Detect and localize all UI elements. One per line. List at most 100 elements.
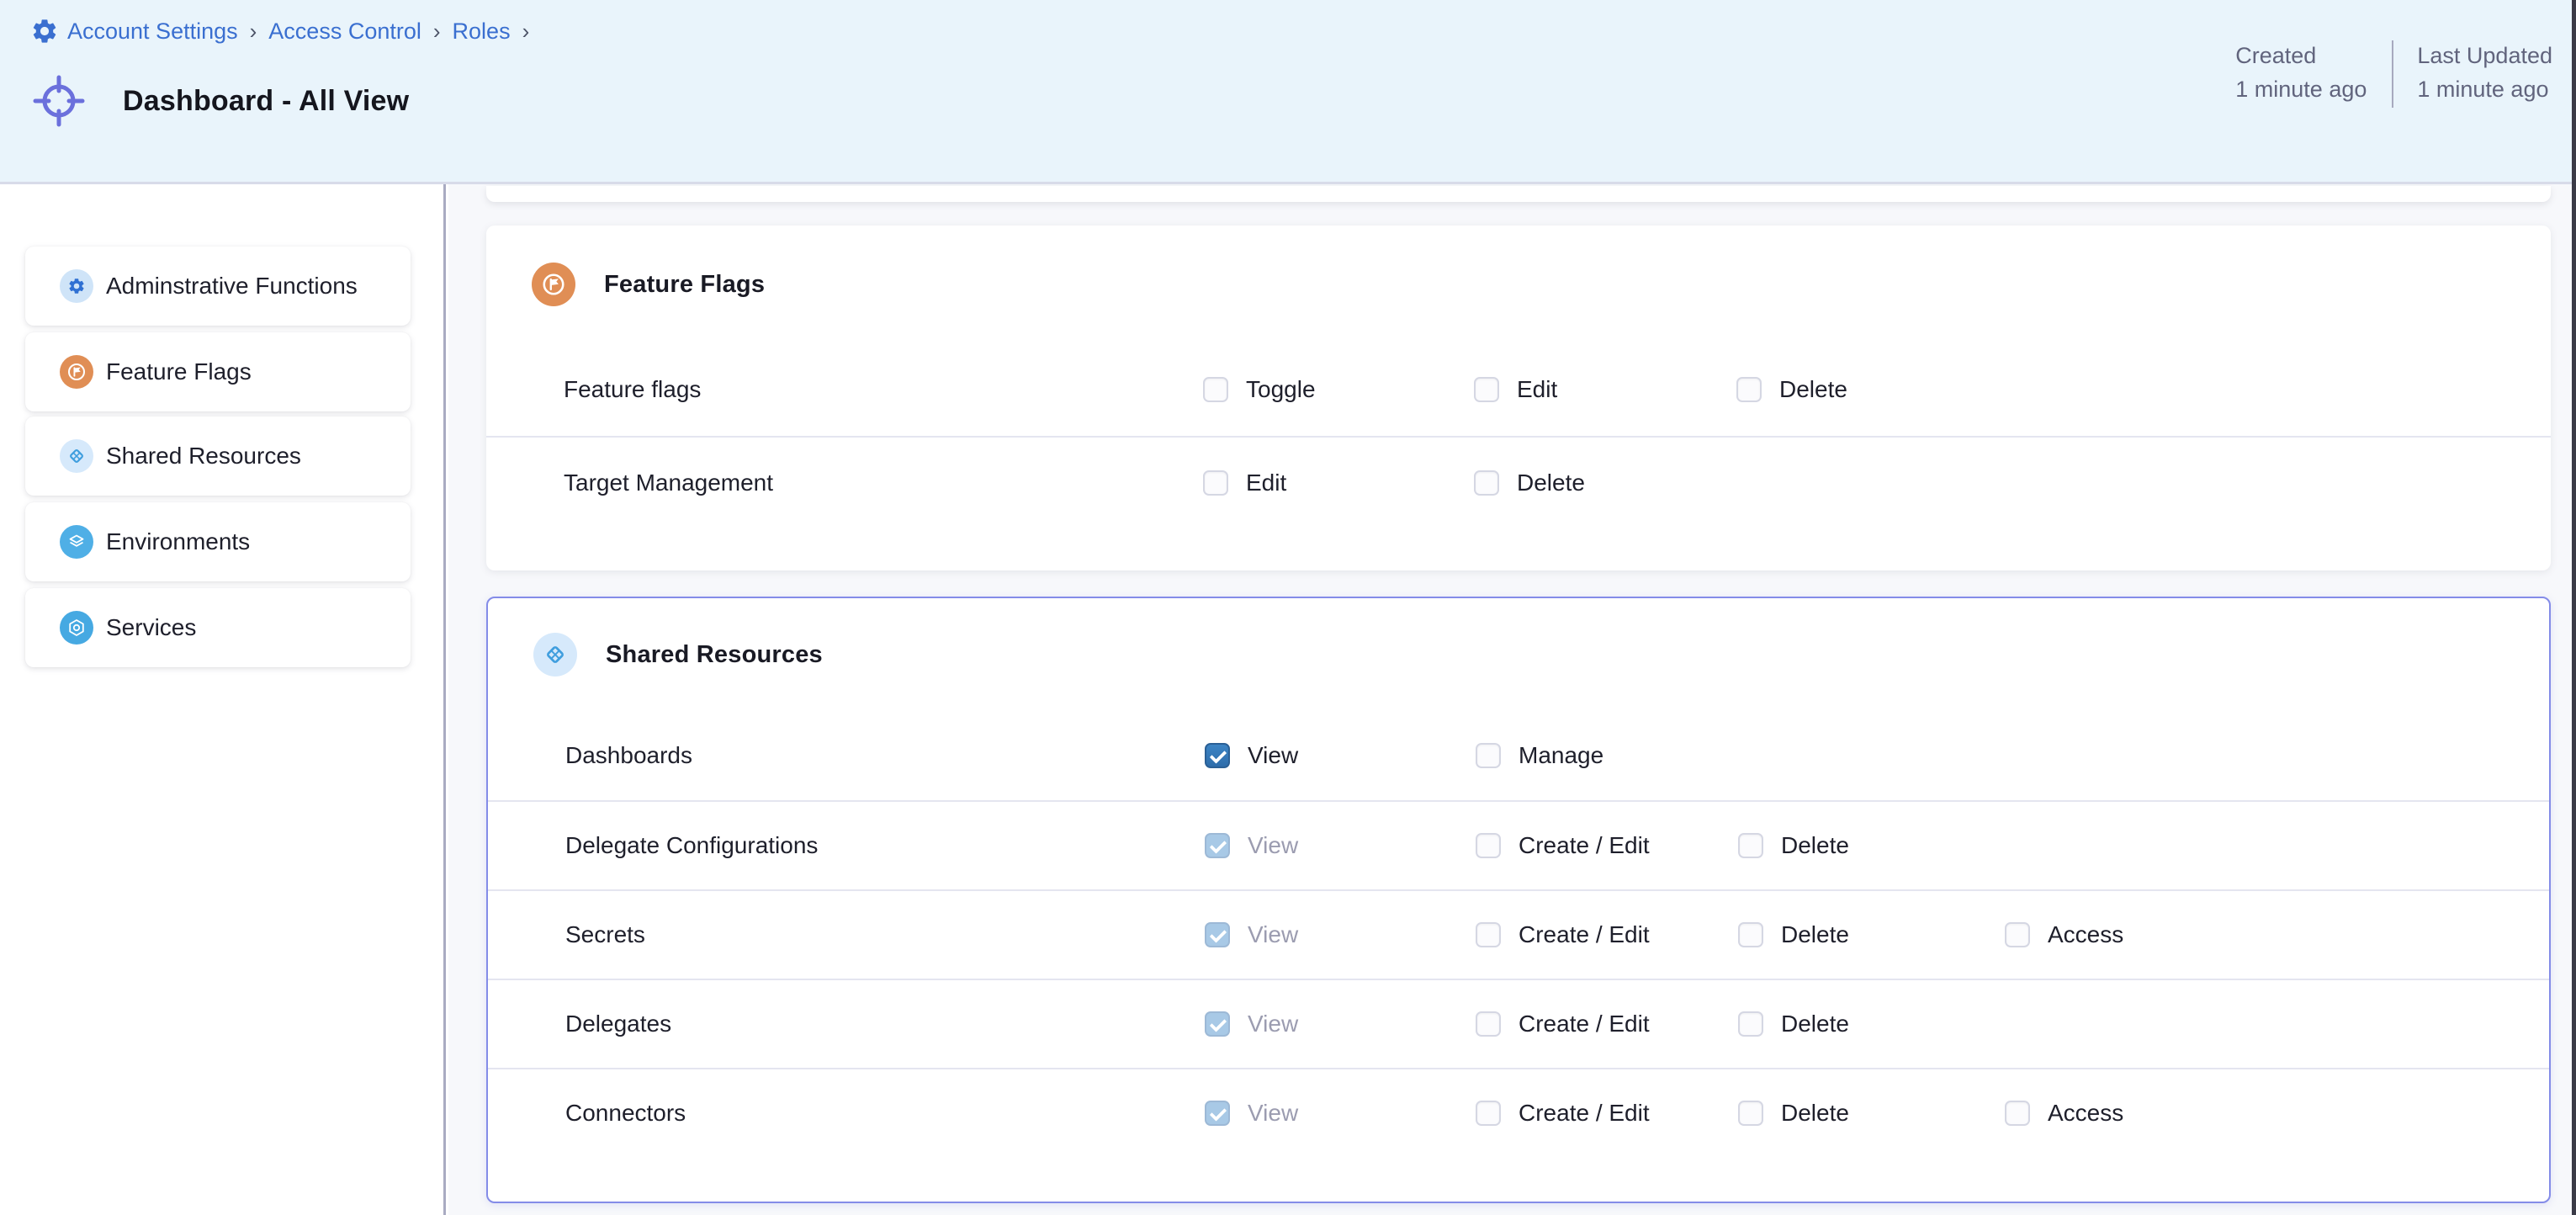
breadcrumb-account-settings[interactable]: Account Settings — [30, 17, 238, 45]
checkbox-unchecked[interactable] — [1738, 1011, 1763, 1037]
sidebar-item-label: Shared Resources — [106, 443, 301, 470]
layers-icon — [60, 525, 93, 559]
resource-label: Target Management — [564, 470, 773, 496]
sidebar-item-administrative-functions[interactable]: Adminstrative Functions — [25, 247, 411, 326]
diamond-grid-icon — [60, 439, 93, 473]
permission-manage[interactable]: Manage — [1476, 742, 1603, 769]
permission-row-delegates: Delegates View Create / Edit Delete — [488, 979, 2549, 1068]
checkbox-label: Manage — [1519, 742, 1603, 769]
checkbox-label: Create / Edit — [1519, 832, 1650, 859]
checkbox-label: Create / Edit — [1519, 1100, 1650, 1127]
breadcrumb-separator: › — [250, 18, 257, 45]
last-updated-block: Last Updated 1 minute ago — [2417, 39, 2552, 106]
window-edge-strip — [2572, 0, 2576, 1215]
permission-view-disabled: View — [1205, 832, 1298, 859]
permission-row-dashboards: Dashboards View Manage — [488, 711, 2549, 800]
meta-divider — [2392, 40, 2393, 108]
checkbox-label: View — [1248, 921, 1298, 948]
permission-create-edit[interactable]: Create / Edit — [1476, 1011, 1650, 1037]
title-row: Dashboard - All View — [32, 74, 409, 128]
checkbox-label: Create / Edit — [1519, 921, 1650, 948]
permissions-panel: Feature Flags Feature flags Toggle Edit … — [448, 184, 2576, 1215]
permission-create-edit[interactable]: Create / Edit — [1476, 832, 1650, 859]
resource-label: Connectors — [565, 1100, 686, 1127]
checkbox-label: Delete — [1781, 832, 1849, 859]
resource-label: Secrets — [565, 921, 645, 948]
permission-create-edit[interactable]: Create / Edit — [1476, 921, 1650, 948]
resource-label: Feature flags — [564, 376, 701, 403]
checkbox-unchecked[interactable] — [1738, 922, 1763, 947]
permission-delete[interactable]: Delete — [1736, 376, 1847, 403]
checkbox-label: Toggle — [1246, 376, 1316, 403]
permission-edit[interactable]: Edit — [1203, 470, 1286, 496]
permission-view-disabled: View — [1205, 921, 1298, 948]
checkbox-unchecked[interactable] — [1476, 743, 1501, 768]
checkbox-label: Delete — [1779, 376, 1847, 403]
breadcrumb-separator: › — [433, 18, 441, 45]
hexagon-icon — [60, 611, 93, 645]
permission-row-target-management: Target Management Edit Delete — [486, 436, 2551, 528]
checkbox-label: View — [1248, 832, 1298, 859]
checkbox-label: Delete — [1781, 1011, 1849, 1037]
permission-toggle[interactable]: Toggle — [1203, 376, 1316, 403]
checkbox-unchecked[interactable] — [1476, 922, 1501, 947]
checkbox-unchecked[interactable] — [1203, 377, 1228, 402]
section-title: Feature Flags — [604, 271, 765, 299]
section-title: Shared Resources — [606, 641, 823, 669]
sidebar-item-services[interactable]: Services — [25, 588, 411, 667]
crosshair-target-icon — [32, 74, 86, 128]
resource-label: Delegate Configurations — [565, 832, 818, 859]
checkbox-unchecked[interactable] — [1738, 1101, 1763, 1126]
gear-icon — [60, 269, 93, 303]
sidebar-item-feature-flags[interactable]: Feature Flags — [25, 332, 411, 411]
permission-row-feature-flags: Feature flags Toggle Edit Delete — [486, 343, 2551, 436]
gear-icon — [30, 17, 59, 45]
permission-access[interactable]: Access — [2005, 1100, 2123, 1127]
resource-label: Dashboards — [565, 742, 692, 769]
permission-row-secrets: Secrets View Create / Edit Delete Access — [488, 889, 2549, 979]
checkbox-checked-disabled — [1205, 1101, 1230, 1126]
permission-create-edit[interactable]: Create / Edit — [1476, 1100, 1650, 1127]
checkbox-unchecked[interactable] — [1476, 1101, 1501, 1126]
permission-delete[interactable]: Delete — [1474, 470, 1585, 496]
permission-view-disabled: View — [1205, 1011, 1298, 1037]
last-updated-value: 1 minute ago — [2417, 72, 2552, 106]
breadcrumb-access-control[interactable]: Access Control — [268, 19, 421, 45]
resource-label: Delegates — [565, 1011, 671, 1037]
checkbox-unchecked[interactable] — [1474, 377, 1499, 402]
permission-row-delegate-configurations: Delegate Configurations View Create / Ed… — [488, 800, 2549, 889]
checkbox-unchecked[interactable] — [2005, 922, 2030, 947]
checkbox-label: Edit — [1246, 470, 1286, 496]
breadcrumb: Account Settings › Access Control › Role… — [30, 17, 529, 45]
sidebar-item-environments[interactable]: Environments — [25, 502, 411, 581]
breadcrumb-separator: › — [522, 18, 530, 45]
checkbox-checked[interactable] — [1205, 743, 1230, 768]
sidebar-item-shared-resources[interactable]: Shared Resources — [25, 416, 411, 496]
permission-row-connectors: Connectors View Create / Edit Delete Acc… — [488, 1068, 2549, 1157]
permission-delete[interactable]: Delete — [1738, 1011, 1849, 1037]
sidebar-item-label: Services — [106, 614, 196, 641]
flag-icon — [60, 355, 93, 389]
permission-access[interactable]: Access — [2005, 921, 2123, 948]
checkbox-unchecked[interactable] — [1474, 470, 1499, 496]
sidebar-item-label: Environments — [106, 528, 250, 555]
created-value: 1 minute ago — [2235, 72, 2367, 106]
section-header: Feature Flags — [486, 225, 2551, 343]
checkbox-label: Create / Edit — [1519, 1011, 1650, 1037]
permission-delete[interactable]: Delete — [1738, 1100, 1849, 1127]
page-title: Dashboard - All View — [123, 85, 409, 118]
checkbox-unchecked[interactable] — [1476, 833, 1501, 858]
checkbox-label: Edit — [1517, 376, 1557, 403]
permission-delete[interactable]: Delete — [1738, 921, 1849, 948]
checkbox-unchecked[interactable] — [1738, 833, 1763, 858]
sidebar-item-label: Feature Flags — [106, 358, 252, 385]
permission-edit[interactable]: Edit — [1474, 376, 1557, 403]
checkbox-label: Delete — [1781, 1100, 1849, 1127]
breadcrumb-roles[interactable]: Roles — [453, 19, 511, 45]
checkbox-unchecked[interactable] — [1736, 377, 1762, 402]
permission-delete[interactable]: Delete — [1738, 832, 1849, 859]
checkbox-unchecked[interactable] — [2005, 1101, 2030, 1126]
checkbox-unchecked[interactable] — [1476, 1011, 1501, 1037]
permission-view[interactable]: View — [1205, 742, 1298, 769]
checkbox-unchecked[interactable] — [1203, 470, 1228, 496]
